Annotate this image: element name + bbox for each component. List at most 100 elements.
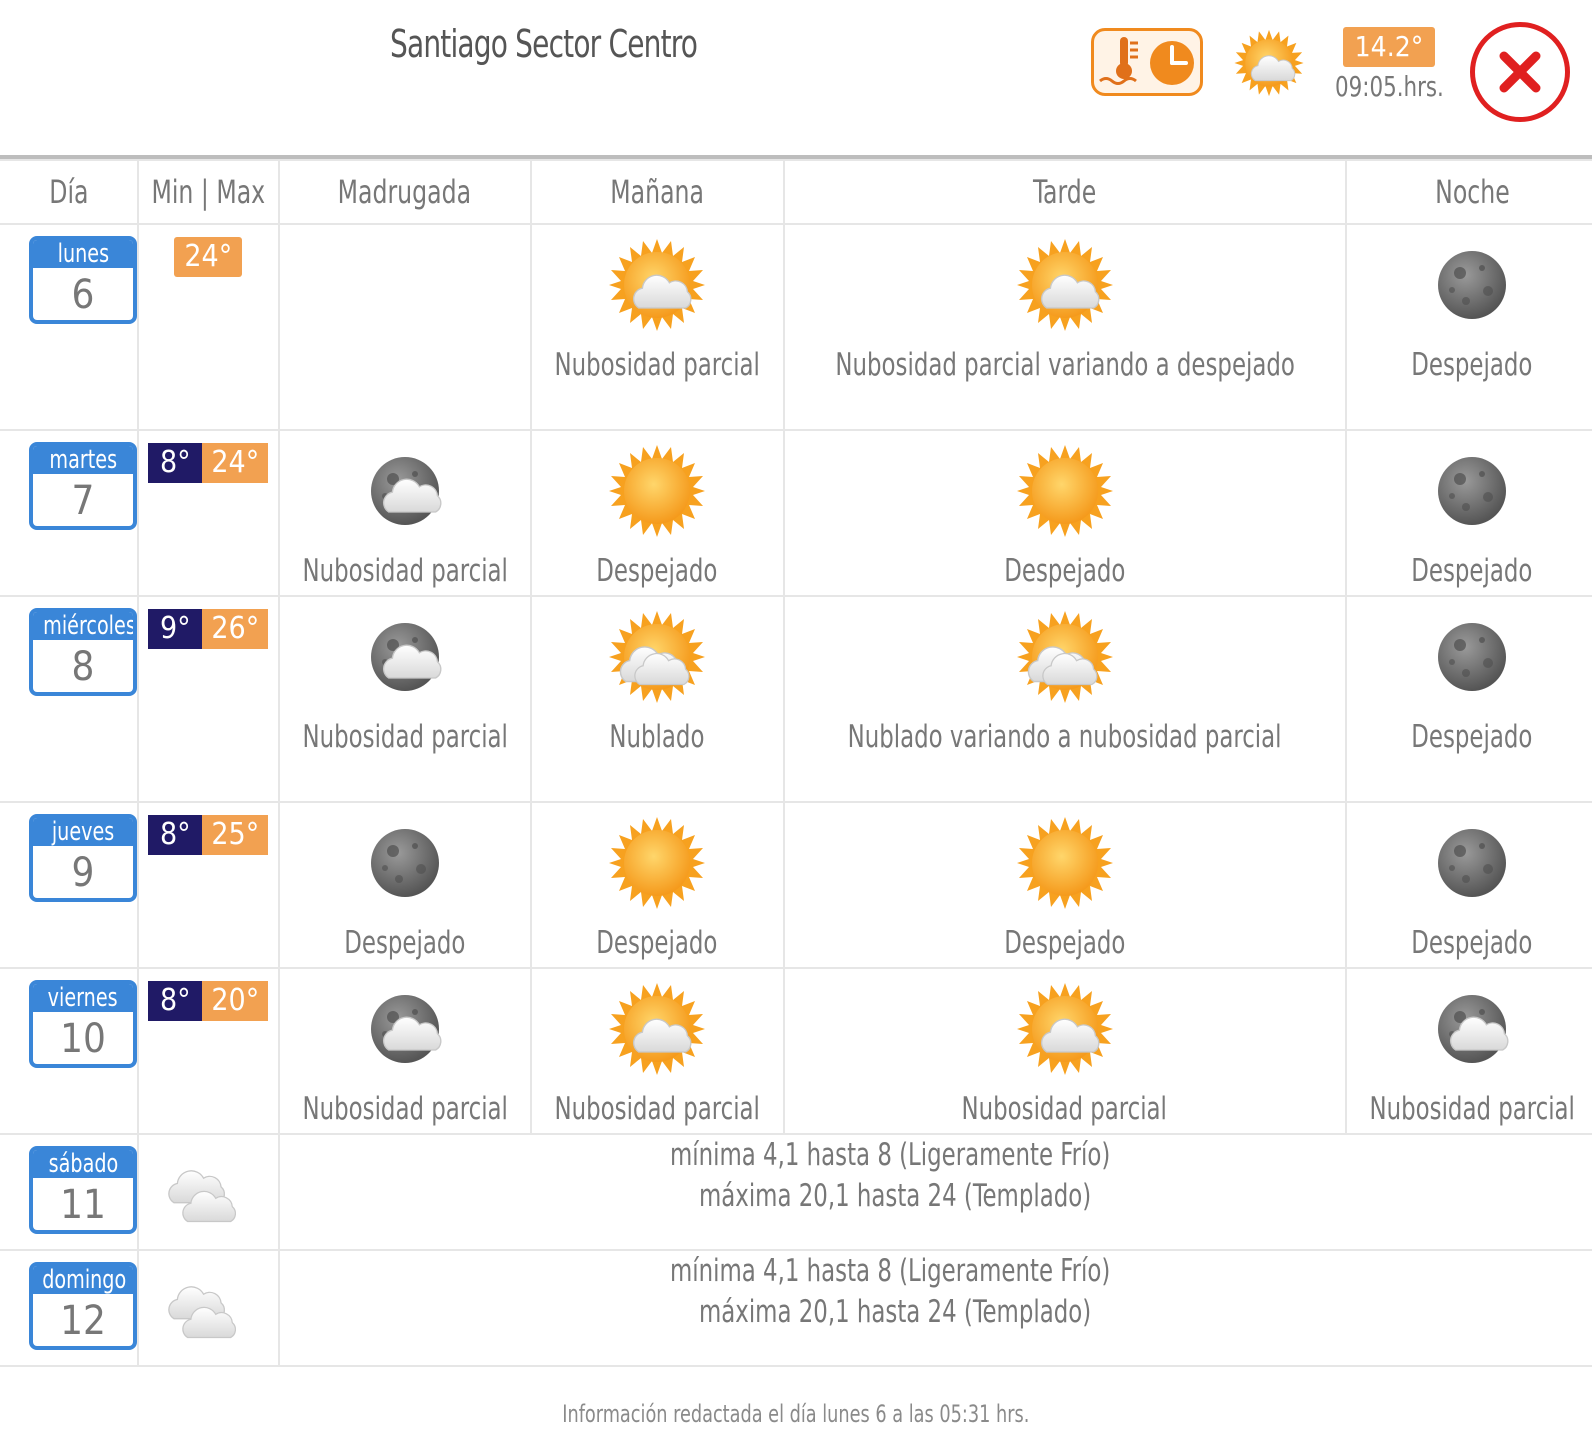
- moon-cloud-icon: [370, 995, 442, 1063]
- period-cell: [277, 223, 533, 431]
- forecast-table: Día Min | Max Madrugada Mañana Tarde Noc…: [0, 159, 1592, 1367]
- table-row: jueves 9 8° 25° Despejado Despejado Despejado D…: [0, 801, 1592, 969]
- period-cell: Nubosidad parcial: [277, 967, 533, 1135]
- minmax-cell: 9° 26°: [137, 595, 280, 803]
- sun-cloud-icon: [609, 239, 706, 331]
- condition-text: Nubosidad parcial variando a despejado: [834, 347, 1295, 383]
- day-badge: sábado 11: [29, 1146, 137, 1234]
- minmax-cell: 8° 24°: [137, 429, 280, 597]
- max-temp: 24°: [174, 237, 243, 277]
- period-cell: Nublado: [530, 595, 785, 803]
- header: Santiago Sector Centro 14.2° 09:05.hrs.: [0, 0, 1592, 155]
- condition-text: Nubosidad parcial: [302, 553, 508, 589]
- day-cell: domingo 12: [0, 1249, 139, 1367]
- minmax-cell: [137, 1133, 280, 1251]
- sun-clouds-icon: [609, 611, 706, 703]
- condition-text: Nubosidad parcial: [554, 347, 760, 383]
- period-cell: Despejado: [1344, 801, 1592, 969]
- sun-icon: [1016, 817, 1113, 909]
- condition-text: Nubosidad parcial: [1369, 1091, 1575, 1127]
- period-cell: Despejado: [277, 801, 533, 969]
- day-name: jueves: [51, 817, 115, 847]
- day-name: domingo: [42, 1265, 127, 1295]
- day-badge: jueves 9: [29, 814, 137, 902]
- period-cell: Nubosidad parcial: [1344, 967, 1592, 1135]
- minmax-cell: [137, 1249, 280, 1367]
- period-cell: Despejado: [1344, 223, 1592, 431]
- day-badge: martes 7: [29, 442, 137, 530]
- day-cell: miércoles 8: [0, 595, 139, 803]
- table-row-extended: sábado 11 mínima 4,1 hasta 8 (Ligeramente …: [0, 1133, 1592, 1251]
- sun-cloud-icon: [1016, 983, 1113, 1075]
- period-cell: Nubosidad parcial: [277, 595, 533, 803]
- day-badge: lunes 6: [29, 236, 137, 324]
- col-header-noche: Noche: [1344, 159, 1592, 225]
- table-row: martes 7 8° 24° Nubosidad parcial Despejado De…: [0, 429, 1592, 597]
- close-button[interactable]: [1470, 22, 1570, 122]
- period-cell: Despejado: [1344, 429, 1592, 597]
- cloudy-icon: [168, 1286, 237, 1339]
- condition-text: Nublado: [609, 719, 705, 755]
- condition-text: Despejado: [344, 925, 466, 961]
- page-title: Santiago Sector Centro: [390, 22, 698, 66]
- day-number: 6: [71, 272, 95, 318]
- day-cell: sábado 11: [0, 1133, 139, 1251]
- day-number: 9: [71, 850, 95, 896]
- sun-icon: [1016, 445, 1113, 537]
- col-header-dia: Día: [0, 159, 139, 225]
- sun-clouds-icon: [1016, 611, 1113, 703]
- condition-text: Despejado: [1411, 719, 1533, 755]
- period-cell: Despejado: [530, 429, 785, 597]
- minmax-cell: 24°: [137, 223, 280, 431]
- extended-forecast-text: mínima 4,1 hasta 8 (Ligeramente Frío) máx…: [277, 1133, 1592, 1251]
- table-row-extended: domingo 12 mínima 4,1 hasta 8 (Ligeramente…: [0, 1249, 1592, 1367]
- current-time: 09:05.hrs.: [1335, 70, 1444, 103]
- condition-text: Nubosidad parcial: [302, 1091, 508, 1127]
- period-cell: Nubosidad parcial: [277, 429, 533, 597]
- moon-cloud-icon: [370, 623, 442, 691]
- moon-icon: [1438, 829, 1507, 897]
- moon-cloud-icon: [370, 457, 442, 525]
- col-header-madrugada: Madrugada: [277, 159, 533, 225]
- day-name: viernes: [48, 983, 118, 1013]
- period-cell: Despejado: [782, 429, 1347, 597]
- day-cell: martes 7: [0, 429, 139, 597]
- col-header-minmax: Min | Max: [137, 159, 280, 225]
- max-temp: 24°: [202, 443, 269, 483]
- cloudy-icon: [168, 1170, 237, 1223]
- min-temp: 8°: [148, 815, 203, 855]
- table-row: viernes 10 8° 20° Nubosidad parcial Nubosidad…: [0, 967, 1592, 1135]
- day-number: 7: [71, 478, 95, 524]
- col-header-manana: Mañana: [530, 159, 785, 225]
- day-cell: lunes 6: [0, 223, 139, 431]
- max-range-text: máxima 20,1 hasta 24 (Templado): [699, 1294, 1092, 1330]
- thermometer-clock-icon[interactable]: [1091, 28, 1203, 96]
- max-temp: 26°: [202, 609, 269, 649]
- condition-text: Despejado: [1004, 553, 1126, 589]
- sun-cloud-icon: [1016, 239, 1113, 331]
- extended-forecast-text: mínima 4,1 hasta 8 (Ligeramente Frío) máx…: [277, 1249, 1592, 1367]
- minmax-cell: 8° 25°: [137, 801, 280, 969]
- sun-cloud-icon: [609, 983, 706, 1075]
- day-name: miércoles: [43, 611, 136, 641]
- day-cell: jueves 9: [0, 801, 139, 969]
- period-cell: Despejado: [1344, 595, 1592, 803]
- condition-text: Despejado: [1411, 925, 1533, 961]
- minmax-cell: 8° 20°: [137, 967, 280, 1135]
- period-cell: Nubosidad parcial: [530, 223, 785, 431]
- condition-text: Nublado variando a nubosidad parcial: [847, 719, 1282, 755]
- col-header-tarde: Tarde: [782, 159, 1347, 225]
- current-temp-badge: 14.2°: [1343, 27, 1435, 67]
- table-row: lunes 6 24° Nubosidad parcial Nubosidad parc…: [0, 223, 1592, 431]
- footer-note: Información redactada el día lunes 6 a l…: [562, 1400, 1030, 1428]
- max-range-text: máxima 20,1 hasta 24 (Templado): [699, 1178, 1092, 1214]
- moon-icon: [1438, 623, 1507, 691]
- condition-text: [280, 231, 530, 272]
- moon-icon: [370, 829, 439, 897]
- period-cell: Nublado variando a nubosidad parcial: [782, 595, 1347, 803]
- day-name: lunes: [57, 239, 109, 269]
- day-name: sábado: [48, 1149, 118, 1179]
- condition-text: Nubosidad parcial: [554, 1091, 760, 1127]
- period-cell: Despejado: [530, 801, 785, 969]
- day-number: 8: [71, 644, 95, 690]
